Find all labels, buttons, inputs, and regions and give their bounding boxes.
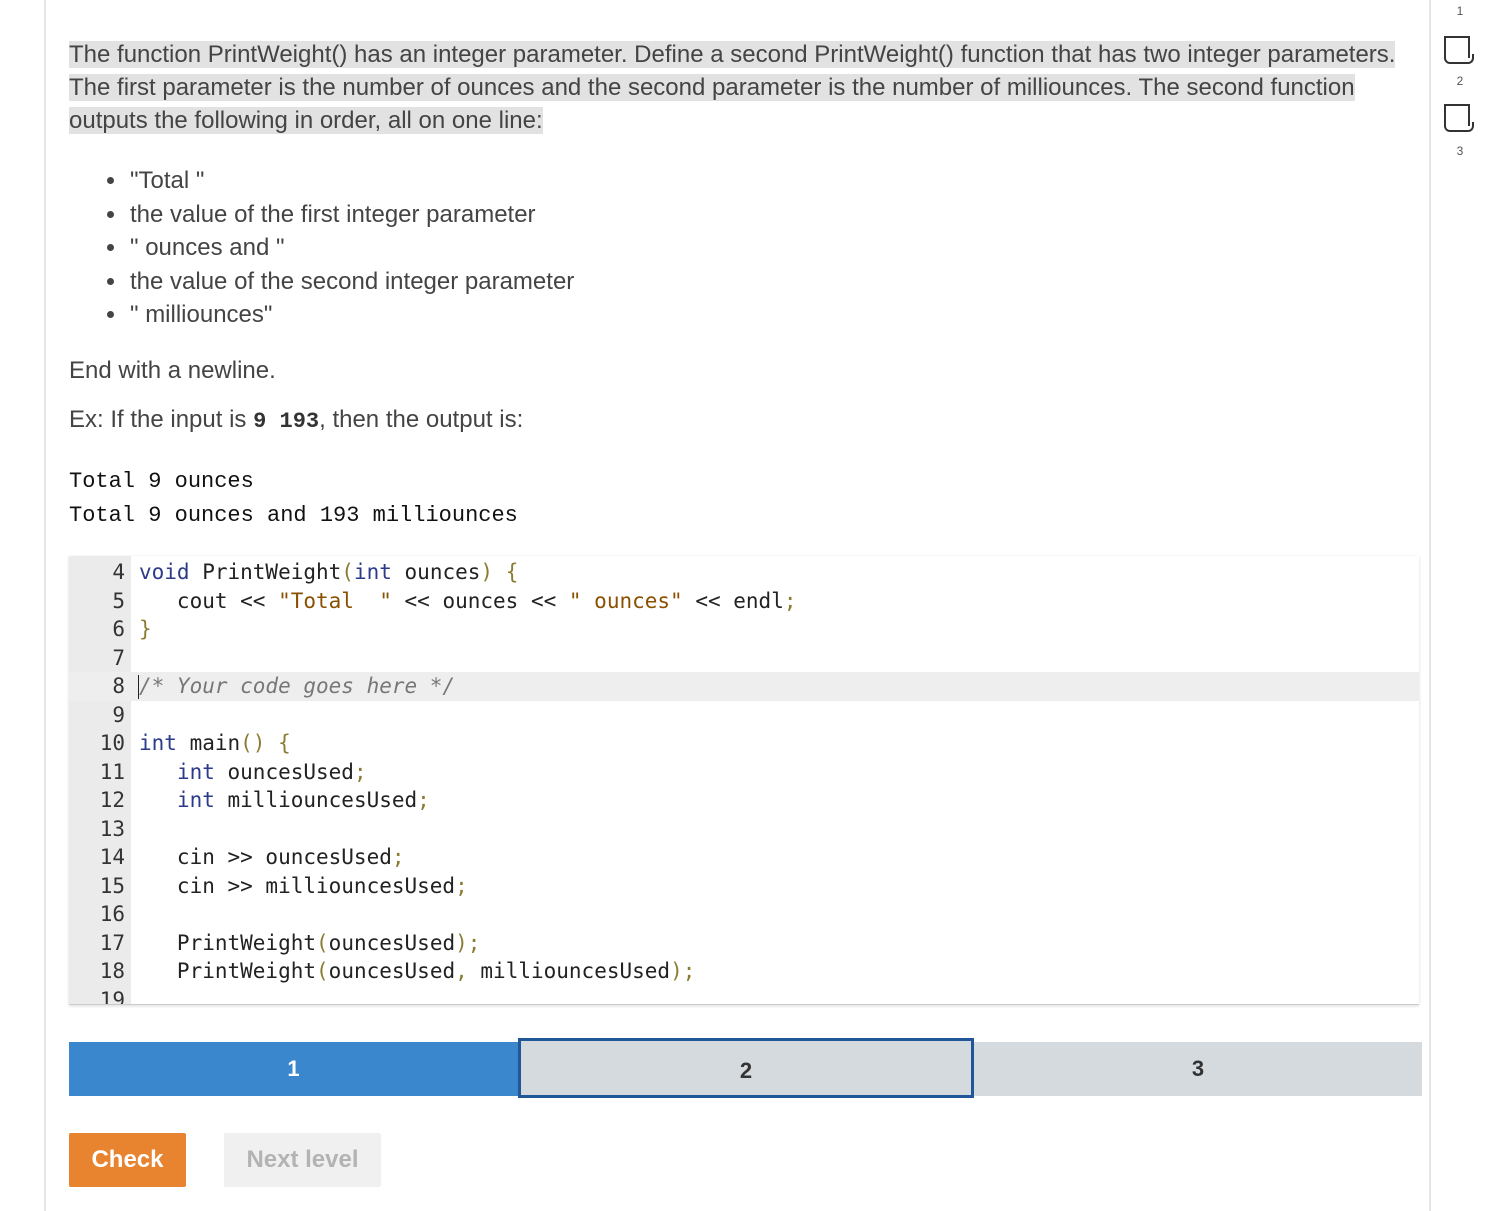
code-line[interactable]: 12 int milliouncesUsed; [69, 786, 1419, 815]
content-right-border [1429, 0, 1431, 1211]
example-suffix: , then the output is: [319, 406, 524, 433]
code-line[interactable]: 18 PrintWeight(ouncesUsed, milliouncesUs… [69, 957, 1419, 986]
side-level-number: 3 [1456, 144, 1464, 158]
problem-statement-text: The function PrintWeight() has an intege… [69, 41, 1396, 134]
code-line[interactable]: 14 cin >> ouncesUsed; [69, 843, 1419, 872]
code-line[interactable]: 17 PrintWeight(ouncesUsed); [69, 929, 1419, 958]
level-checkbox-icon [1444, 104, 1474, 132]
line-number: 13 [99, 816, 125, 841]
level-2-segment[interactable]: 2 [518, 1038, 974, 1098]
code-line[interactable]: 9 [69, 701, 1419, 730]
side-level-number: 1 [1456, 4, 1464, 18]
side-level-number: 2 [1456, 74, 1464, 88]
code-line-active[interactable]: 8 /* Your code goes here */ [69, 672, 1419, 701]
line-number: 16 [99, 902, 125, 926]
level-3-segment[interactable]: 3 [974, 1042, 1422, 1096]
example-prefix: Ex: If the input is [69, 406, 254, 433]
code-line[interactable]: 4 void PrintWeight(int ounces) { [69, 558, 1419, 587]
code-line[interactable]: 5 cout << "Total " << ounces << " ounces… [69, 587, 1419, 616]
output-requirements-list: "Total " the value of the first integer … [100, 164, 574, 332]
line-number: 17 [99, 930, 125, 955]
line-number: 7 [112, 645, 125, 670]
list-item: the value of the second integer paramete… [128, 265, 574, 299]
line-number: 18 [99, 959, 125, 983]
line-number: 9 [112, 702, 125, 727]
code-line[interactable]: 15 cin >> milliouncesUsed; [69, 872, 1419, 901]
line-number: 4 [112, 560, 125, 584]
code-line[interactable]: 11 int ouncesUsed; [69, 758, 1419, 787]
list-item: " ounces and " [128, 231, 574, 265]
sample-output-line: Total 9 ounces and 193 milliounces [69, 503, 518, 528]
example-input: 9 193 [253, 409, 320, 434]
line-number: 11 [99, 759, 125, 784]
line-number: 5 [112, 588, 125, 613]
line-number: 6 [112, 617, 125, 641]
code-line[interactable]: 7 [69, 644, 1419, 673]
line-number: 14 [99, 845, 125, 869]
line-number: 15 [99, 873, 125, 898]
code-line[interactable]: 16 [69, 900, 1419, 929]
example-description: Ex: If the input is 9 193, then the outp… [69, 406, 523, 434]
code-line[interactable]: 6} [69, 615, 1419, 644]
line-number: 10 [99, 731, 125, 755]
code-line[interactable]: 19 [69, 986, 1419, 1005]
list-item: "Total " [128, 164, 574, 198]
line-number: 12 [99, 788, 125, 812]
level-1-segment[interactable]: 1 [69, 1042, 518, 1096]
level-progress-bar: 1 3 2 [69, 1038, 1422, 1098]
list-item: the value of the first integer parameter [128, 198, 574, 232]
sample-output-line: Total 9 ounces [69, 469, 254, 494]
check-button[interactable]: Check [69, 1133, 186, 1187]
code-editor[interactable]: 4 void PrintWeight(int ounces) { 5 cout <… [69, 556, 1419, 1005]
code-line[interactable]: 13 [69, 815, 1419, 844]
level-checkbox-icon [1444, 36, 1474, 64]
line-number: 8 [112, 674, 125, 698]
content-left-border [44, 0, 46, 1211]
line-number: 19 [99, 987, 125, 1005]
newline-instruction: End with a newline. [69, 357, 276, 384]
sample-output: Total 9 ounces Total 9 ounces and 193 mil… [69, 465, 518, 533]
problem-statement: The function PrintWeight() has an intege… [69, 38, 1421, 137]
code-comment: /* Your code goes here */ [139, 674, 456, 698]
list-item: " milliounces" [128, 298, 574, 332]
code-line[interactable]: 10 int main() { [69, 729, 1419, 758]
next-level-button[interactable]: Next level [224, 1133, 381, 1187]
